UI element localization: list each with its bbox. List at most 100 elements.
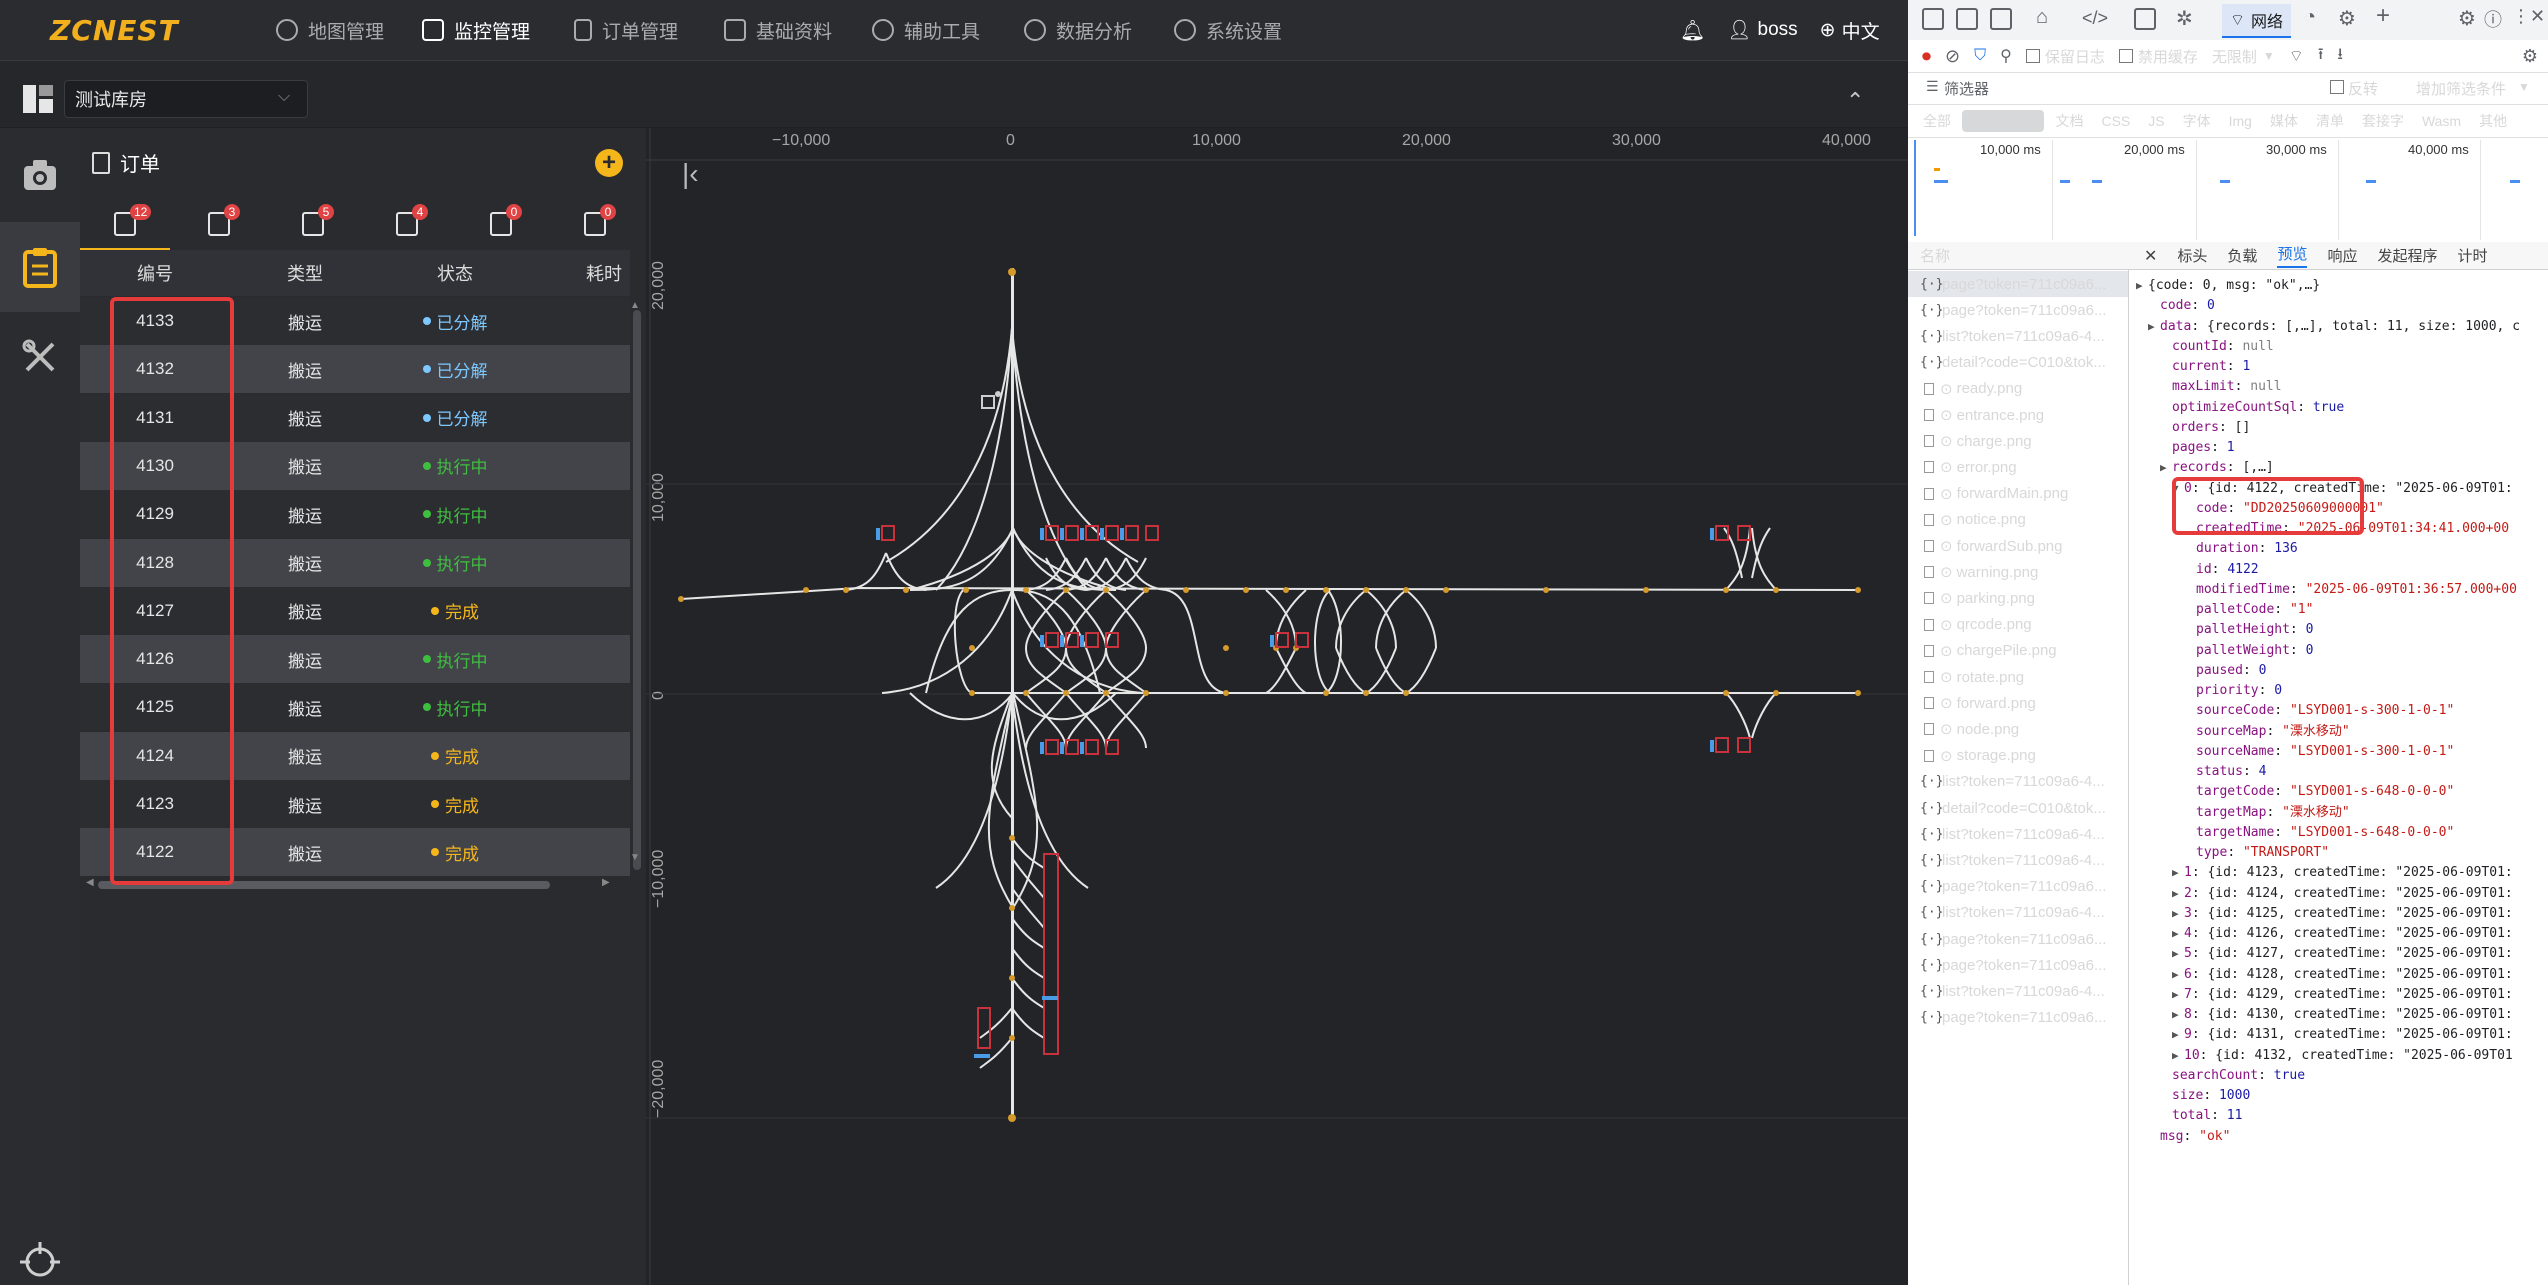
request-row[interactable]: ⊙ rotate.png [1908, 664, 2128, 690]
tab-cancelled[interactable]: 0 [456, 200, 546, 248]
request-row[interactable]: {·} page?token=711c09a6... [1908, 952, 2128, 978]
json-line[interactable]: ▶ 4: {id: 4126, createdTime: "2025-06-09T… [2172, 924, 2513, 944]
close-icon[interactable]: ✕ [2530, 6, 2545, 27]
col-id[interactable]: 编号 [80, 260, 230, 286]
request-row[interactable]: {·} list?token=711c09a6-4... [1908, 900, 2128, 926]
json-line[interactable]: ▶ 5: {id: 4127, createdTime: "2025-06-09T… [2172, 944, 2513, 964]
type-filter-chip[interactable]: 文档 [2048, 108, 2090, 134]
tab-pending[interactable]: 3 [174, 200, 264, 248]
scroll-left-arrow[interactable]: ◀ [86, 877, 94, 888]
rail-orders[interactable] [0, 222, 80, 312]
filter-icon[interactable]: ⛉ [1974, 47, 1986, 65]
bug-icon[interactable]: ✲ [2176, 6, 2193, 31]
request-row[interactable]: {·} page?token=711c09a6... [1908, 297, 2128, 323]
json-line[interactable]: ▶ 1: {id: 4123, createdTime: "2025-06-09T… [2172, 863, 2513, 883]
gear-icon[interactable]: ⚙ [2458, 6, 2476, 31]
upload-icon[interactable]: ⭱ [2318, 43, 2324, 70]
rail-camera[interactable] [0, 130, 80, 220]
tab-payload[interactable]: 负载 [2227, 245, 2257, 266]
type-filter-chip[interactable]: 全部 [1916, 108, 1958, 134]
type-filter-chip[interactable]: 套接字 [2355, 108, 2411, 134]
request-row[interactable]: ⊙ node.png [1908, 716, 2128, 742]
request-row[interactable]: {·} list?token=711c09a6-4... [1908, 323, 2128, 349]
search-icon[interactable]: ⚲ [2000, 46, 2012, 66]
request-row[interactable]: {·} detail?code=C010&tok... [1908, 795, 2128, 821]
close-icon[interactable]: ✕ [2144, 246, 2157, 266]
bell-icon[interactable]: 🔔︎ [1680, 18, 1705, 43]
dock-icon[interactable] [1990, 8, 2012, 30]
nav-order-management[interactable]: 订单管理 [574, 0, 678, 60]
tab-forwarded[interactable]: 5 [268, 200, 358, 248]
tab-response[interactable]: 响应 [2327, 245, 2357, 266]
request-row[interactable]: {·} page?token=711c09a6... [1908, 1005, 2128, 1031]
request-row[interactable]: ⊙ storage.png [1908, 743, 2128, 769]
add-order-button[interactable]: + [595, 149, 623, 177]
elements-icon[interactable]: </> [2082, 8, 2108, 29]
type-filter-chip[interactable]: CSS [2094, 110, 2137, 132]
request-row[interactable]: ⊙ entrance.png [1908, 402, 2128, 428]
vertical-scroll-thumb[interactable] [633, 310, 641, 870]
request-row[interactable]: ⊙ forwardSub.png [1908, 533, 2128, 559]
type-filter-chip[interactable]: 清单 [2309, 108, 2351, 134]
disable-cache[interactable]: 禁用缓存 [2118, 46, 2198, 67]
help-icon[interactable]: ⓘ [2484, 6, 2502, 32]
more-filters[interactable]: 增加筛选条件 [2416, 78, 2506, 99]
user-menu[interactable]: 👤︎ boss [1727, 18, 1797, 42]
json-line[interactable]: ▶ 2: {id: 4124, createdTime: "2025-06-09T… [2172, 884, 2513, 904]
nav-monitor-management[interactable]: 监控管理 [422, 0, 530, 60]
device-icon[interactable] [1956, 8, 1978, 30]
throttle-select[interactable]: 无限制 [2212, 46, 2257, 67]
name-column-header[interactable]: 名称 [1908, 242, 2128, 270]
tab-timing[interactable]: 计时 [2457, 245, 2487, 266]
tab-headers[interactable]: 标头 [2177, 245, 2207, 266]
request-row[interactable]: ⊙ ready.png [1908, 376, 2128, 402]
type-filter-chip[interactable]: 媒体 [2263, 108, 2305, 134]
request-row[interactable]: ⊙ warning.png [1908, 559, 2128, 585]
network-settings-icon[interactable]: ⚙ [2522, 46, 2538, 67]
json-line[interactable]: ▶ 9: {id: 4131, createdTime: "2025-06-09T… [2172, 1025, 2513, 1045]
language-switch[interactable]: ⊕ 中文 [1820, 17, 1880, 44]
type-filter-chip[interactable]: Wasm [2415, 110, 2468, 132]
more-icon[interactable]: ⋮ [2512, 6, 2530, 27]
warehouse-select[interactable]: 测试库房 [64, 80, 308, 118]
type-filter-chip[interactable]: JS [2141, 110, 2171, 132]
type-filter-chip[interactable]: 字体 [2176, 108, 2218, 134]
request-row[interactable]: {·} list?token=711c09a6-4... [1908, 847, 2128, 873]
request-row[interactable]: ⊙ error.png [1908, 454, 2128, 480]
rail-tools[interactable] [0, 312, 80, 402]
col-status[interactable]: 状态 [380, 260, 530, 286]
collapse-up-icon[interactable]: ⌃ [1846, 88, 1874, 113]
download-icon[interactable]: ⭳ [2337, 43, 2343, 70]
plus-icon[interactable]: + [2376, 2, 2390, 30]
wifi-settings-icon[interactable]: ⌔ [2289, 46, 2304, 66]
json-line[interactable]: ▶ records: [,…] [2160, 458, 2274, 478]
tab-error[interactable]: 0 [550, 200, 640, 248]
request-row[interactable]: ⊙ qrcode.png [1908, 612, 2128, 638]
json-line[interactable]: ▶ 6: {id: 4128, createdTime: "2025-06-09T… [2172, 965, 2513, 985]
json-line[interactable]: ▶ 7: {id: 4129, createdTime: "2025-06-09T… [2172, 985, 2513, 1005]
preserve-log[interactable]: 保留日志 [2025, 46, 2105, 67]
record-icon[interactable]: ⏺ [1922, 46, 1931, 67]
settings-gear-icon[interactable]: ⚙ [2338, 6, 2356, 31]
type-filter-chip[interactable]: 其他 [2472, 108, 2514, 134]
scroll-right-arrow[interactable]: ▶ [602, 877, 610, 888]
tab-preview[interactable]: 预览 [2277, 243, 2308, 268]
request-row[interactable]: ⊙ forward.png [1908, 690, 2128, 716]
nav-aux-tools[interactable]: 辅助工具 [872, 0, 980, 60]
request-row[interactable]: {·} list?token=711c09a6-4... [1908, 821, 2128, 847]
nav-system-settings[interactable]: 系统设置 [1174, 0, 1282, 60]
tab-initiator[interactable]: 发起程序 [2377, 245, 2437, 266]
rail-locate[interactable] [0, 1240, 80, 1285]
nav-data-analysis[interactable]: 数据分析 [1024, 0, 1132, 60]
inspect-icon[interactable] [1922, 8, 1944, 30]
console-icon[interactable] [2134, 8, 2156, 30]
request-row[interactable]: {·} list?token=711c09a6-4... [1908, 978, 2128, 1004]
request-row[interactable]: ⊙ chargePile.png [1908, 638, 2128, 664]
request-row[interactable]: ⊙ forwardMain.png [1908, 481, 2128, 507]
json-line[interactable]: ▶ 10: {id: 4132, createdTime: "2025-06-09… [2172, 1046, 2513, 1066]
json-line[interactable]: ▶ 3: {id: 4125, createdTime: "2025-06-09T… [2172, 904, 2513, 924]
home-icon[interactable]: ⌂ [2036, 6, 2048, 29]
nav-map-management[interactable]: 地图管理 [276, 0, 384, 60]
json-line[interactable]: ▶ {code: 0, msg: "ok",…} [2136, 276, 2320, 296]
tab-completed[interactable]: 4 [362, 200, 452, 248]
